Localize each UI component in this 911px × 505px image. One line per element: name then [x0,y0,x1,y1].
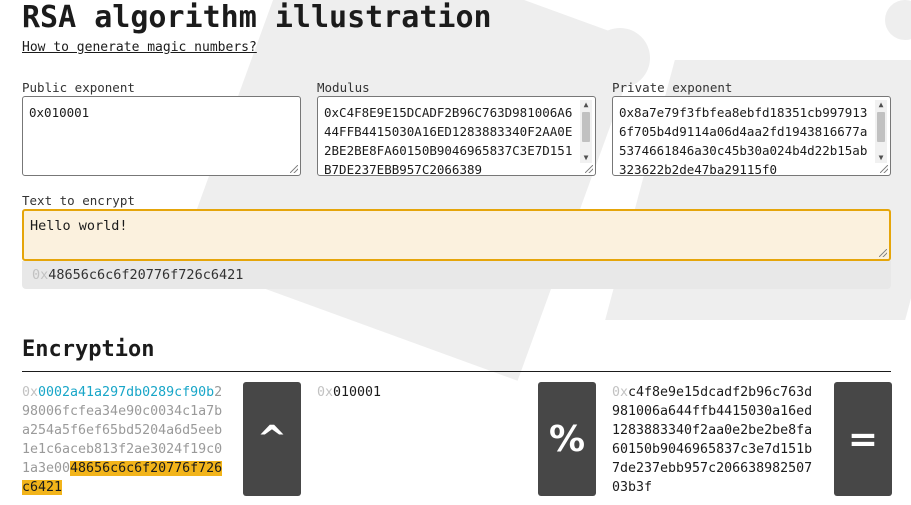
text-hex-value: 48656c6c6f20776f726c6421 [48,267,244,283]
background-circle [540,20,568,48]
equals-operator-button[interactable]: = [834,382,892,496]
modulus-label: Modulus [317,80,370,95]
public-exponent-input[interactable]: 0x010001 [22,96,301,176]
modulo-operator-button[interactable]: % [538,382,596,496]
text-to-encrypt-input[interactable]: Hello world! [22,209,891,261]
encryption-heading: Encryption [22,337,155,362]
hex-prefix: 0x [32,267,49,283]
modulus-value: c4f8e9e15dcadf2b96c763d981006a644ffb4415… [612,385,813,495]
resize-handle[interactable] [585,165,593,173]
public-exponent-value: 0x010001 [29,105,90,120]
scroll-down-icon[interactable]: ▼ [580,153,592,163]
text-to-encrypt-label: Text to encrypt [22,193,135,208]
hex-prefix: 0x [612,385,629,400]
padded-message: 0x0002a41a297db0289cf90b298006fcfea34e90… [22,383,225,497]
resize-handle[interactable] [880,165,888,173]
background-circle [590,28,650,88]
private-exponent-input[interactable]: 0x8a7e79f3fbfea8ebfd18351cb9979136f705b4… [612,96,891,176]
modulus-value: 0xC4F8E9E15DCADF2B96C763D981006A644FFB44… [324,105,573,176]
background-circle [885,0,911,40]
private-exponent-scrollbar[interactable]: ▲ ▼ [875,100,887,163]
private-exponent-label: Private exponent [612,80,733,95]
scroll-up-icon[interactable]: ▲ [580,100,592,110]
page-title: RSA algorithm illustration [22,0,492,35]
scroll-thumb[interactable] [582,112,590,142]
section-divider [22,371,891,372]
modulus-scrollbar[interactable]: ▲ ▼ [580,100,592,163]
resize-handle[interactable] [879,249,887,257]
text-to-encrypt-value: Hello world! [30,218,128,234]
encryption-exponent: 0x010001 [317,383,520,402]
public-exponent-label: Public exponent [22,80,135,95]
private-exponent-value: 0x8a7e79f3fbfea8ebfd18351cb9979136f705b4… [619,105,868,176]
padding-header: 0002a41a297db0289cf90b [38,385,215,400]
exponent-value: 010001 [333,385,382,400]
magic-numbers-link[interactable]: How to generate magic numbers? [22,40,257,55]
scroll-down-icon[interactable]: ▼ [875,153,887,163]
encryption-modulus: 0xc4f8e9e15dcadf2b96c763d981006a644ffb44… [612,383,815,497]
background-shape [179,0,641,381]
hex-prefix: 0x [22,385,39,400]
resize-handle[interactable] [290,165,298,173]
scroll-thumb[interactable] [877,112,885,142]
power-operator-button[interactable]: ^ [243,382,301,496]
hex-prefix: 0x [317,385,334,400]
scroll-up-icon[interactable]: ▲ [875,100,887,110]
modulus-input[interactable]: 0xC4F8E9E15DCADF2B96C763D981006A644FFB44… [317,96,596,176]
text-hex-display: 0x48656c6c6f20776f726c6421 [22,261,891,289]
